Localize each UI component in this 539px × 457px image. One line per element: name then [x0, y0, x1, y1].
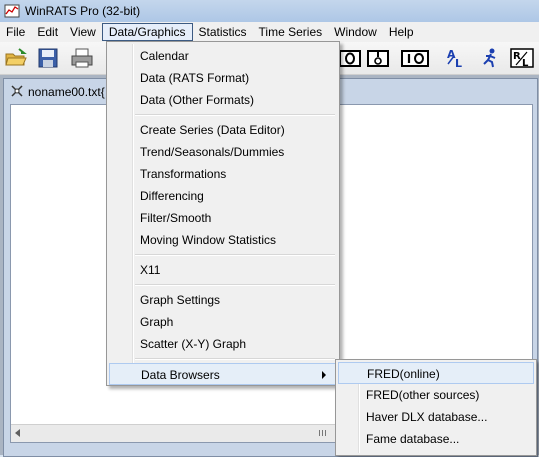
menu-statistics[interactable]: Statistics	[193, 23, 253, 41]
run-figure-icon[interactable]	[478, 46, 502, 70]
svg-text:L: L	[522, 58, 529, 69]
submenu-item-fred-other-sources[interactable]: FRED(other sources)	[338, 384, 534, 406]
menu-item-scatter-graph[interactable]: Scatter (X-Y) Graph	[109, 333, 337, 355]
menu-item-differencing[interactable]: Differencing	[109, 185, 337, 207]
menu-window[interactable]: Window	[328, 23, 383, 41]
app-icon	[4, 3, 20, 19]
menu-edit[interactable]: Edit	[31, 23, 64, 41]
al-icon[interactable]: A L	[444, 46, 468, 70]
menu-data-graphics[interactable]: Data/Graphics	[101, 23, 193, 41]
menu-separator	[135, 254, 335, 256]
scroll-thumb-grip[interactable]	[311, 428, 335, 438]
io-split-icon[interactable]	[366, 46, 390, 70]
window-title: WinRATS Pro (32-bit)	[25, 4, 141, 18]
menu-separator	[135, 284, 335, 286]
submenu-item-fred-online[interactable]: FRED(online)	[338, 362, 534, 384]
io-icon[interactable]	[400, 46, 430, 70]
menu-file[interactable]: File	[0, 23, 31, 41]
document-icon	[10, 84, 24, 101]
menu-bar: File Edit View Data/Graphics Statistics …	[0, 22, 539, 43]
menu-item-calendar[interactable]: Calendar	[109, 45, 337, 67]
scroll-left-arrow-icon[interactable]	[15, 429, 20, 437]
menu-item-create-series[interactable]: Create Series (Data Editor)	[109, 119, 337, 141]
data-browsers-submenu: FRED(online) FRED(other sources) Haver D…	[335, 359, 537, 456]
menu-separator	[135, 358, 335, 360]
menu-item-data-other-formats[interactable]: Data (Other Formats)	[109, 89, 337, 111]
menu-item-graph-settings[interactable]: Graph Settings	[109, 289, 337, 311]
menu-time-series[interactable]: Time Series	[253, 23, 329, 41]
menu-help[interactable]: Help	[383, 23, 420, 41]
submenu-item-haver-dlx[interactable]: Haver DLX database...	[338, 406, 534, 428]
open-folder-icon[interactable]	[4, 46, 28, 70]
menu-separator	[135, 114, 335, 116]
menu-item-trend-seasonals-dummies[interactable]: Trend/Seasonals/Dummies	[109, 141, 337, 163]
menu-item-data-browsers[interactable]: Data Browsers	[109, 363, 337, 385]
submenu-item-fame-database[interactable]: Fame database...	[338, 428, 534, 450]
menu-item-transformations[interactable]: Transformations	[109, 163, 337, 185]
print-icon[interactable]	[70, 46, 94, 70]
menu-item-filter-smooth[interactable]: Filter/Smooth	[109, 207, 337, 229]
document-title: noname00.txt{	[28, 85, 105, 99]
io-box-icon[interactable]	[338, 46, 362, 70]
menu-item-graph[interactable]: Graph	[109, 311, 337, 333]
svg-text:L: L	[455, 57, 462, 70]
menu-item-data-rats-format[interactable]: Data (RATS Format)	[109, 67, 337, 89]
rl-icon[interactable]: R L	[510, 46, 534, 70]
title-bar: WinRATS Pro (32-bit)	[0, 0, 539, 22]
data-graphics-menu: Calendar Data (RATS Format) Data (Other …	[106, 41, 340, 386]
submenu-arrow-icon	[322, 371, 326, 379]
menu-view[interactable]: View	[64, 23, 102, 41]
menu-item-x11[interactable]: X11	[109, 259, 337, 281]
save-disk-icon[interactable]	[36, 46, 60, 70]
menu-item-moving-window-statistics[interactable]: Moving Window Statistics	[109, 229, 337, 251]
document-titlebar[interactable]: noname00.txt{	[10, 83, 105, 101]
